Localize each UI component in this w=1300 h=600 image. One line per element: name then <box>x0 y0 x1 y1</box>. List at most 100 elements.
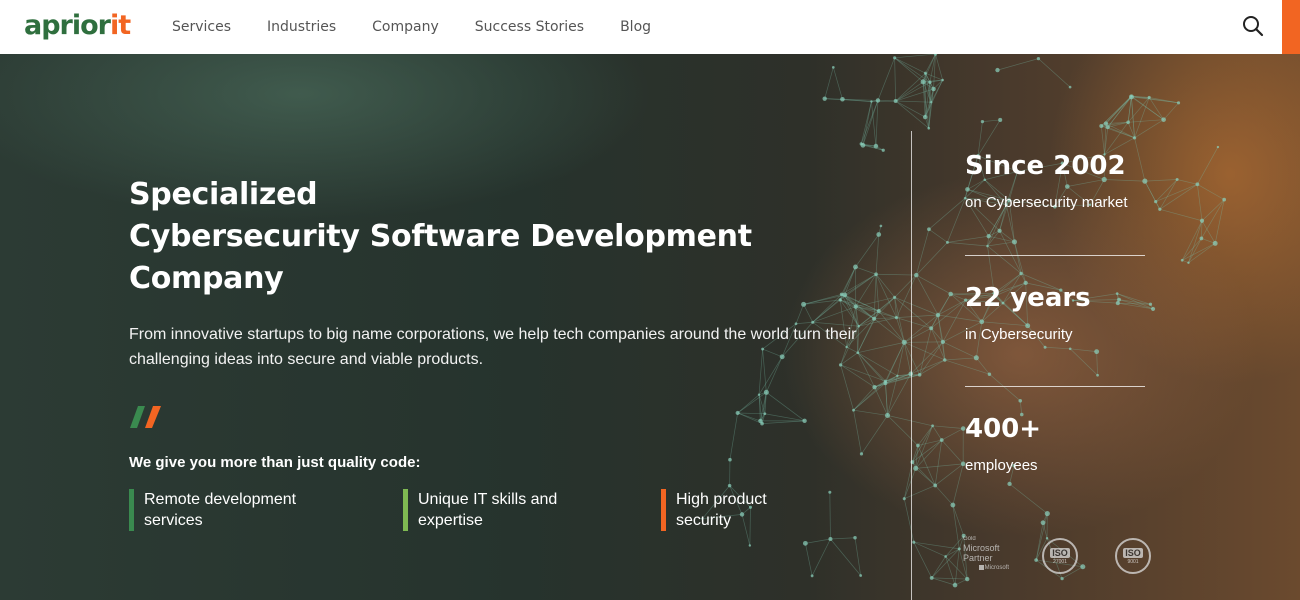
search-icon[interactable] <box>1242 15 1264 37</box>
mesh-line <box>855 266 877 275</box>
orange-accent-tab[interactable] <box>1282 0 1300 54</box>
mesh-line <box>1177 179 1198 185</box>
mesh-dot <box>1045 537 1049 540</box>
mesh-dot <box>885 412 891 418</box>
mesh-dot <box>927 227 931 232</box>
mesh-line <box>894 274 917 298</box>
mesh-dot <box>941 78 944 82</box>
mesh-dot <box>838 298 842 302</box>
mesh-line <box>999 230 1022 274</box>
mesh-line <box>1096 351 1098 376</box>
mesh-line <box>795 304 804 324</box>
mesh-dot <box>802 418 807 424</box>
mesh-line <box>824 67 834 99</box>
mesh-dot <box>859 452 864 456</box>
mesh-dot <box>1068 85 1072 89</box>
mesh-dot <box>912 540 916 544</box>
mesh-line <box>875 234 880 275</box>
mesh-line <box>945 556 956 586</box>
mesh-dot <box>1115 301 1120 306</box>
nav-item-services[interactable]: Services <box>172 19 231 35</box>
mesh-dot <box>935 312 941 318</box>
mesh-dot <box>1044 510 1050 517</box>
mesh-line <box>895 81 924 102</box>
mesh-dot <box>873 143 879 149</box>
mesh-dot <box>931 424 934 428</box>
mesh-dot <box>876 232 882 237</box>
ms-badge-name: Partner <box>963 553 993 563</box>
mesh-dot <box>933 483 938 488</box>
mesh-dot <box>1099 124 1104 128</box>
mesh-line <box>766 392 805 422</box>
mesh-dot <box>929 575 934 580</box>
mesh-line <box>844 273 877 296</box>
mesh-line <box>932 425 943 441</box>
mesh-dot <box>801 301 807 307</box>
mesh-dot <box>928 80 932 84</box>
iso-badge-year: 9001 <box>1127 558 1139 565</box>
mesh-line <box>805 538 831 544</box>
mesh-dot <box>952 582 958 588</box>
mesh-dot <box>1154 199 1158 204</box>
mesh-dot <box>1007 481 1012 487</box>
mesh-line <box>947 242 988 247</box>
iso-badge-text: ISO <box>1050 547 1070 558</box>
mesh-dot <box>1216 145 1220 149</box>
ms-badge-gold: Gold <box>963 536 976 542</box>
mesh-dot <box>831 65 835 69</box>
hero-section: Specialized Cybersecurity Software Devel… <box>0 54 1300 600</box>
mesh-dot <box>896 374 899 378</box>
stat-value: Since 2002 <box>965 151 1126 181</box>
mesh-line <box>1163 102 1179 120</box>
mesh-line <box>1188 243 1216 264</box>
mesh-dot <box>876 309 881 313</box>
mesh-line <box>947 198 966 243</box>
mesh-dot <box>893 295 897 299</box>
mesh-line <box>877 57 895 101</box>
mesh-dot <box>1068 347 1072 351</box>
mesh-line <box>932 425 964 429</box>
feature-line: expertise <box>418 512 483 529</box>
stats-divider <box>911 131 912 600</box>
mesh-line <box>1159 208 1203 222</box>
mesh-line <box>931 556 946 579</box>
mesh-dot <box>870 100 873 103</box>
mesh-line <box>1144 180 1157 202</box>
mesh-line <box>944 359 990 375</box>
mesh-dot <box>914 272 919 278</box>
mesh-line <box>1117 293 1154 310</box>
apriorit-logo[interactable]: apriorit <box>24 9 131 43</box>
mesh-dot <box>965 576 970 582</box>
mesh-dot <box>998 117 1003 122</box>
mesh-dot <box>853 264 858 270</box>
mesh-line <box>875 100 879 147</box>
mesh-dot <box>1158 207 1162 211</box>
mesh-dot <box>1117 297 1121 302</box>
mesh-line <box>1201 220 1216 244</box>
ms-badge-brand-text: Microsoft <box>984 565 1009 572</box>
mesh-line <box>853 409 888 416</box>
nav-item-blog[interactable]: Blog <box>620 19 651 35</box>
feature-product-security: High product security <box>661 489 767 531</box>
hero-title-line: Cybersecurity Software Development <box>129 219 752 254</box>
mesh-line <box>1134 137 1146 182</box>
mesh-line <box>922 54 936 82</box>
nav-item-industries[interactable]: Industries <box>267 19 336 35</box>
mesh-dot <box>893 56 897 60</box>
mesh-dot <box>920 79 926 85</box>
mesh-line <box>1201 199 1225 239</box>
mesh-dot <box>748 544 752 547</box>
mesh-line <box>853 380 886 411</box>
mesh-line <box>762 420 805 424</box>
mesh-line <box>811 538 831 576</box>
mesh-line <box>737 412 763 424</box>
mesh-line <box>942 341 977 359</box>
mesh-line <box>1045 346 1071 350</box>
mesh-line <box>897 342 905 376</box>
mesh-dot <box>1043 345 1047 349</box>
mesh-line <box>934 463 964 486</box>
mesh-dot <box>933 54 938 56</box>
nav-item-success-stories[interactable]: Success Stories <box>475 19 584 35</box>
mesh-line <box>904 485 936 500</box>
nav-item-company[interactable]: Company <box>372 19 439 35</box>
